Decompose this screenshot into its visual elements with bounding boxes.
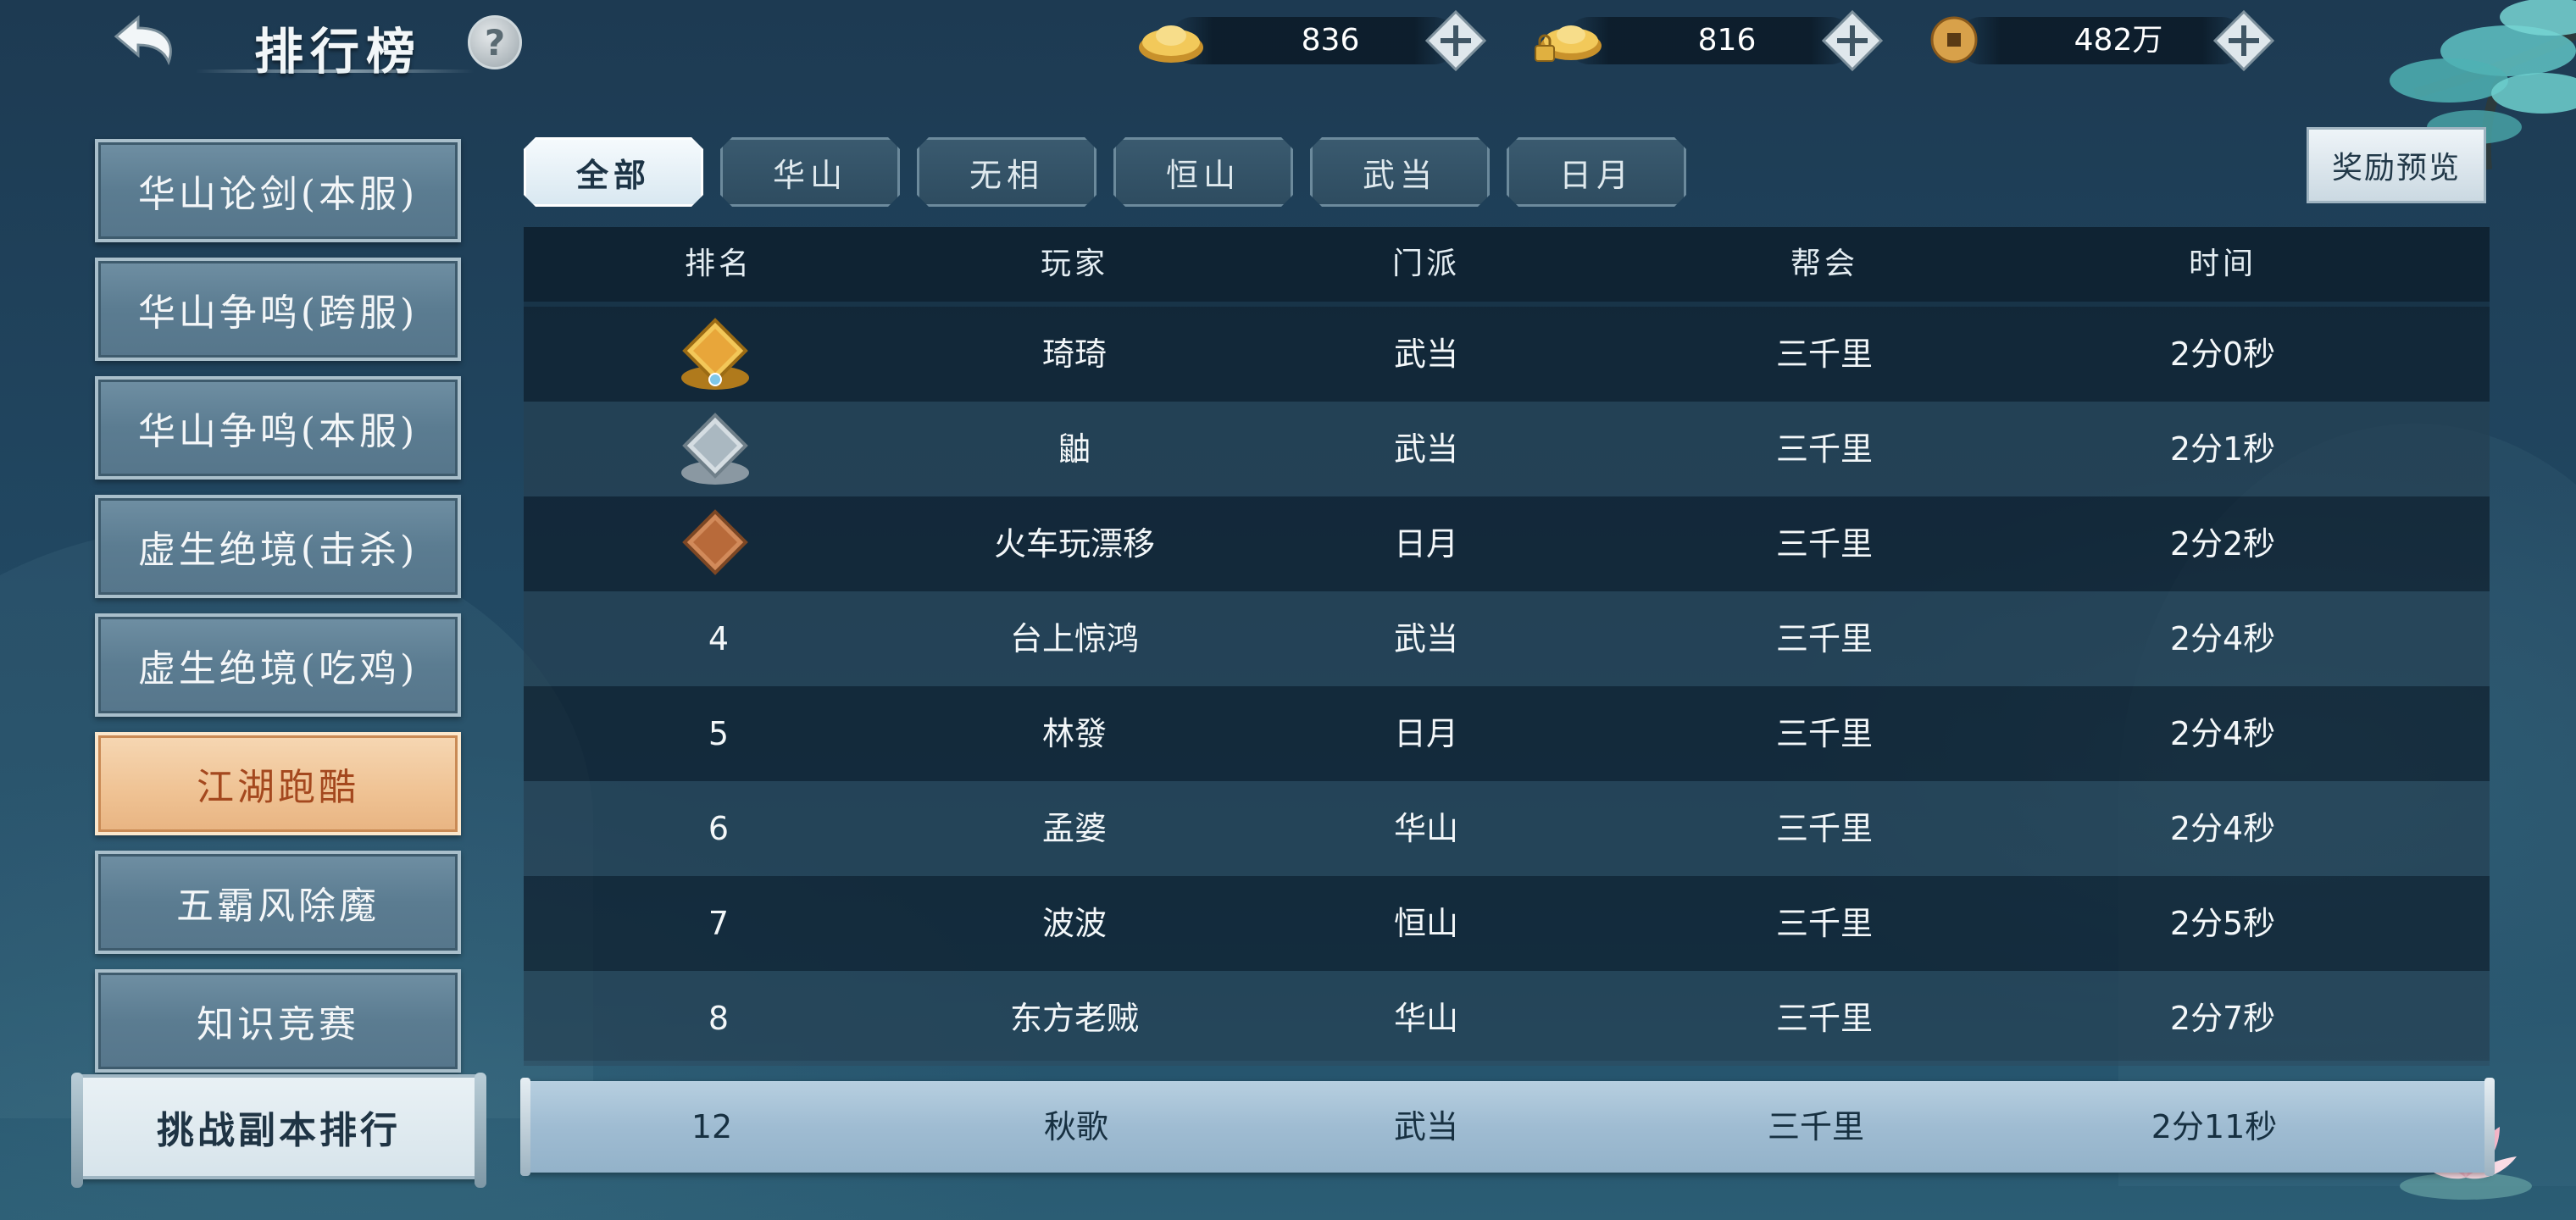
table-row[interactable]: 1 琦琦 武当 三千里 2分0秒 [524, 307, 2490, 402]
sidebar-item-xusheng-kills[interactable]: 虚生绝境(击杀) [95, 495, 461, 598]
sidebar-item-dungeon-challenge[interactable]: 挑战副本排行 [71, 1073, 486, 1188]
my-guild-name: 三千里 [1767, 1108, 1864, 1145]
column-header-time: 时间 [2188, 247, 2257, 281]
sect-name: 武当 [1393, 430, 1458, 468]
sect-name: 华山 [1393, 1000, 1458, 1037]
finish-time: 2分4秒 [2169, 715, 2276, 752]
guild-name: 三千里 [1775, 336, 1873, 373]
locked-ingot-icon [1535, 25, 1602, 62]
sidebar-item-knowledge-contest[interactable]: 知识竞赛 [95, 969, 461, 1073]
my-player-name: 秋歌 [1043, 1108, 1108, 1145]
page-title: 排行榜 [254, 23, 423, 80]
sidebar-item-jianghu-parkour[interactable]: 江湖跑酷 [95, 732, 461, 835]
row-edge-left [520, 1078, 530, 1176]
scroll-end-left [71, 1073, 83, 1188]
table-row[interactable]: 3 火车玩漂移 日月 三千里 2分2秒 [524, 496, 2490, 591]
sect-name: 华山 [1393, 810, 1458, 847]
finish-time: 2分4秒 [2169, 620, 2276, 657]
rank-value: 5 [708, 715, 730, 752]
row-edge-right [2484, 1078, 2495, 1176]
sidebar-item-label: 挑战副本排行 [157, 1109, 401, 1152]
tab-wuxiang[interactable]: 无相 [917, 137, 1096, 207]
sidebar-item-xusheng-survival[interactable]: 虚生绝境(吃鸡) [95, 613, 461, 717]
ranking-screen: { "header": { "title": "排行榜", "help_labe… [0, 0, 2576, 1220]
guild-name: 三千里 [1775, 810, 1873, 847]
player-name: 火车玩漂移 [993, 525, 1155, 563]
plus-icon[interactable] [2213, 10, 2274, 71]
sect-name: 日月 [1393, 525, 1458, 563]
guild-name: 三千里 [1775, 905, 1873, 942]
rank-value: 8 [708, 1000, 730, 1037]
title-underline [195, 69, 475, 73]
table-row[interactable]: 7 波波 恒山 三千里 2分5秒 [524, 876, 2490, 971]
rank-value: 7 [708, 905, 730, 942]
reward-preview-button[interactable]: 奖励预览 [2307, 127, 2486, 203]
column-header-guild: 帮会 [1790, 247, 1858, 281]
guild-name: 三千里 [1775, 1000, 1873, 1037]
table-row[interactable]: 4 台上惊鸿 武当 三千里 2分4秒 [524, 591, 2490, 686]
player-name: 孟婆 [1041, 810, 1107, 847]
guild-name: 三千里 [1775, 620, 1873, 657]
ranking-table: 排名 玩家 门派 帮会 时间 1 琦琦 武当 三千里 2分0秒 [524, 227, 2490, 1066]
tab-huashan[interactable]: 华山 [720, 137, 900, 207]
table-row[interactable]: 2 鼬 武当 三千里 2分1秒 [524, 402, 2490, 496]
my-finish-time: 2分11秒 [2151, 1108, 2278, 1145]
player-name: 东方老贼 [1009, 1000, 1139, 1037]
rank-value: 6 [708, 810, 730, 847]
gold-ingot-icon [1139, 25, 1203, 63]
guild-name: 三千里 [1775, 715, 1873, 752]
sect-name: 武当 [1393, 620, 1458, 657]
coin-icon [1930, 16, 1978, 64]
table-row[interactable]: 8 东方老贼 华山 三千里 2分7秒 [524, 971, 2490, 1066]
player-name: 台上惊鸿 [1009, 620, 1139, 657]
plus-icon[interactable] [1425, 10, 1486, 71]
back-arrow-icon [114, 14, 172, 66]
sidebar-item-huashan-contest-cross[interactable]: 华山争鸣(跨服) [95, 258, 461, 361]
player-name: 琦琦 [1041, 336, 1107, 373]
table-row[interactable]: 6 孟婆 华山 三千里 2分4秒 [524, 781, 2490, 876]
scroll-end-right [475, 1073, 486, 1188]
player-name: 鼬 [1058, 430, 1091, 468]
finish-time: 2分7秒 [2169, 1000, 2276, 1037]
sidebar-item-wuba-demon[interactable]: 五霸风除魔 [95, 851, 461, 954]
currency-value: 836 [1301, 23, 1360, 58]
column-header-sect: 门派 [1391, 247, 1460, 281]
finish-time: 2分0秒 [2169, 336, 2276, 373]
column-header-rank: 排名 [684, 247, 752, 281]
table-header: 排名 玩家 门派 帮会 时间 [524, 227, 2490, 302]
my-rank-row: 12 秋歌 武当 三千里 2分11秒 [520, 1078, 2495, 1176]
sect-name: 武当 [1393, 336, 1458, 373]
sect-name: 日月 [1393, 715, 1458, 752]
my-sect-name: 武当 [1393, 1108, 1458, 1145]
back-button[interactable] [93, 7, 186, 75]
tab-hengshan[interactable]: 恒山 [1113, 137, 1293, 207]
tab-all[interactable]: 全部 [524, 137, 703, 207]
sect-name: 恒山 [1393, 905, 1458, 942]
player-name: 林發 [1041, 715, 1107, 752]
guild-name: 三千里 [1775, 430, 1873, 468]
sidebar-item-huashan-duel-local[interactable]: 华山论剑(本服) [95, 139, 461, 242]
table-row[interactable]: 5 林發 日月 三千里 2分4秒 [524, 686, 2490, 781]
rank-value: 4 [708, 620, 730, 657]
currency-bound-gold-ingot: 816 [1532, 10, 1913, 71]
tab-wudang[interactable]: 武当 [1310, 137, 1490, 207]
currency-copper-coin: 482万 [1924, 10, 2305, 71]
finish-time: 2分2秒 [2169, 525, 2276, 563]
player-name: 波波 [1041, 905, 1107, 942]
guild-name: 三千里 [1775, 525, 1873, 563]
currency-gold-ingot: 836 [1135, 10, 1517, 71]
finish-time: 2分5秒 [2169, 905, 2276, 942]
tab-riyue[interactable]: 日月 [1507, 137, 1686, 207]
sidebar-item-huashan-contest-local[interactable]: 华山争鸣(本服) [95, 376, 461, 480]
my-rank-value: 12 [691, 1108, 733, 1145]
finish-time: 2分1秒 [2169, 430, 2276, 468]
help-button[interactable]: ? [468, 15, 522, 69]
column-header-player: 玩家 [1040, 247, 1108, 281]
plus-icon[interactable] [1822, 10, 1883, 71]
currency-value: 482万 [2074, 23, 2163, 58]
finish-time: 2分4秒 [2169, 810, 2276, 847]
currency-value: 816 [1697, 23, 1757, 58]
